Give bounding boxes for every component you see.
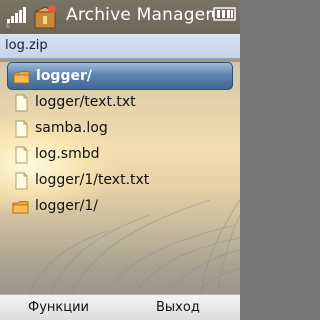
app-title: Archive Manager: [66, 5, 213, 25]
file-row-selected[interactable]: logger/: [7, 62, 233, 90]
file-icon: [15, 120, 28, 138]
current-path: log.zip: [5, 38, 48, 53]
status-bar: E Archive Manager: [0, 0, 240, 34]
file-name: samba.log: [35, 120, 108, 136]
options-softkey[interactable]: Функции: [28, 300, 89, 315]
softkey-bar: Функции Выход: [0, 294, 240, 320]
exit-softkey[interactable]: Выход: [156, 300, 200, 315]
file-name: logger/: [36, 68, 92, 84]
file-row[interactable]: logger/text.txt: [7, 90, 233, 116]
file-name: logger/text.txt: [35, 94, 136, 110]
file-icon: [15, 94, 28, 112]
file-icon: [15, 172, 28, 190]
folder-icon: [12, 201, 29, 214]
battery-icon: [212, 7, 236, 21]
file-name: log.smbd: [35, 146, 100, 162]
signal-strength-icon: E: [6, 7, 26, 28]
file-icon: [15, 146, 28, 164]
svg-text:E: E: [6, 22, 10, 28]
folder-icon: [13, 71, 30, 84]
file-row[interactable]: logger/1/text.txt: [7, 168, 233, 194]
file-list: logger/ logger/text.txt samba.log log.sm…: [0, 62, 240, 220]
archive-manager-icon: [34, 5, 56, 29]
file-row[interactable]: samba.log: [7, 116, 233, 142]
phone-screen: E Archive Manager log.zip logger/ logger…: [0, 0, 240, 320]
file-row[interactable]: logger/1/: [7, 194, 233, 220]
path-bar: log.zip: [0, 34, 240, 59]
file-row[interactable]: log.smbd: [7, 142, 233, 168]
file-name: logger/1/: [35, 198, 98, 214]
file-name: logger/1/text.txt: [35, 172, 150, 188]
